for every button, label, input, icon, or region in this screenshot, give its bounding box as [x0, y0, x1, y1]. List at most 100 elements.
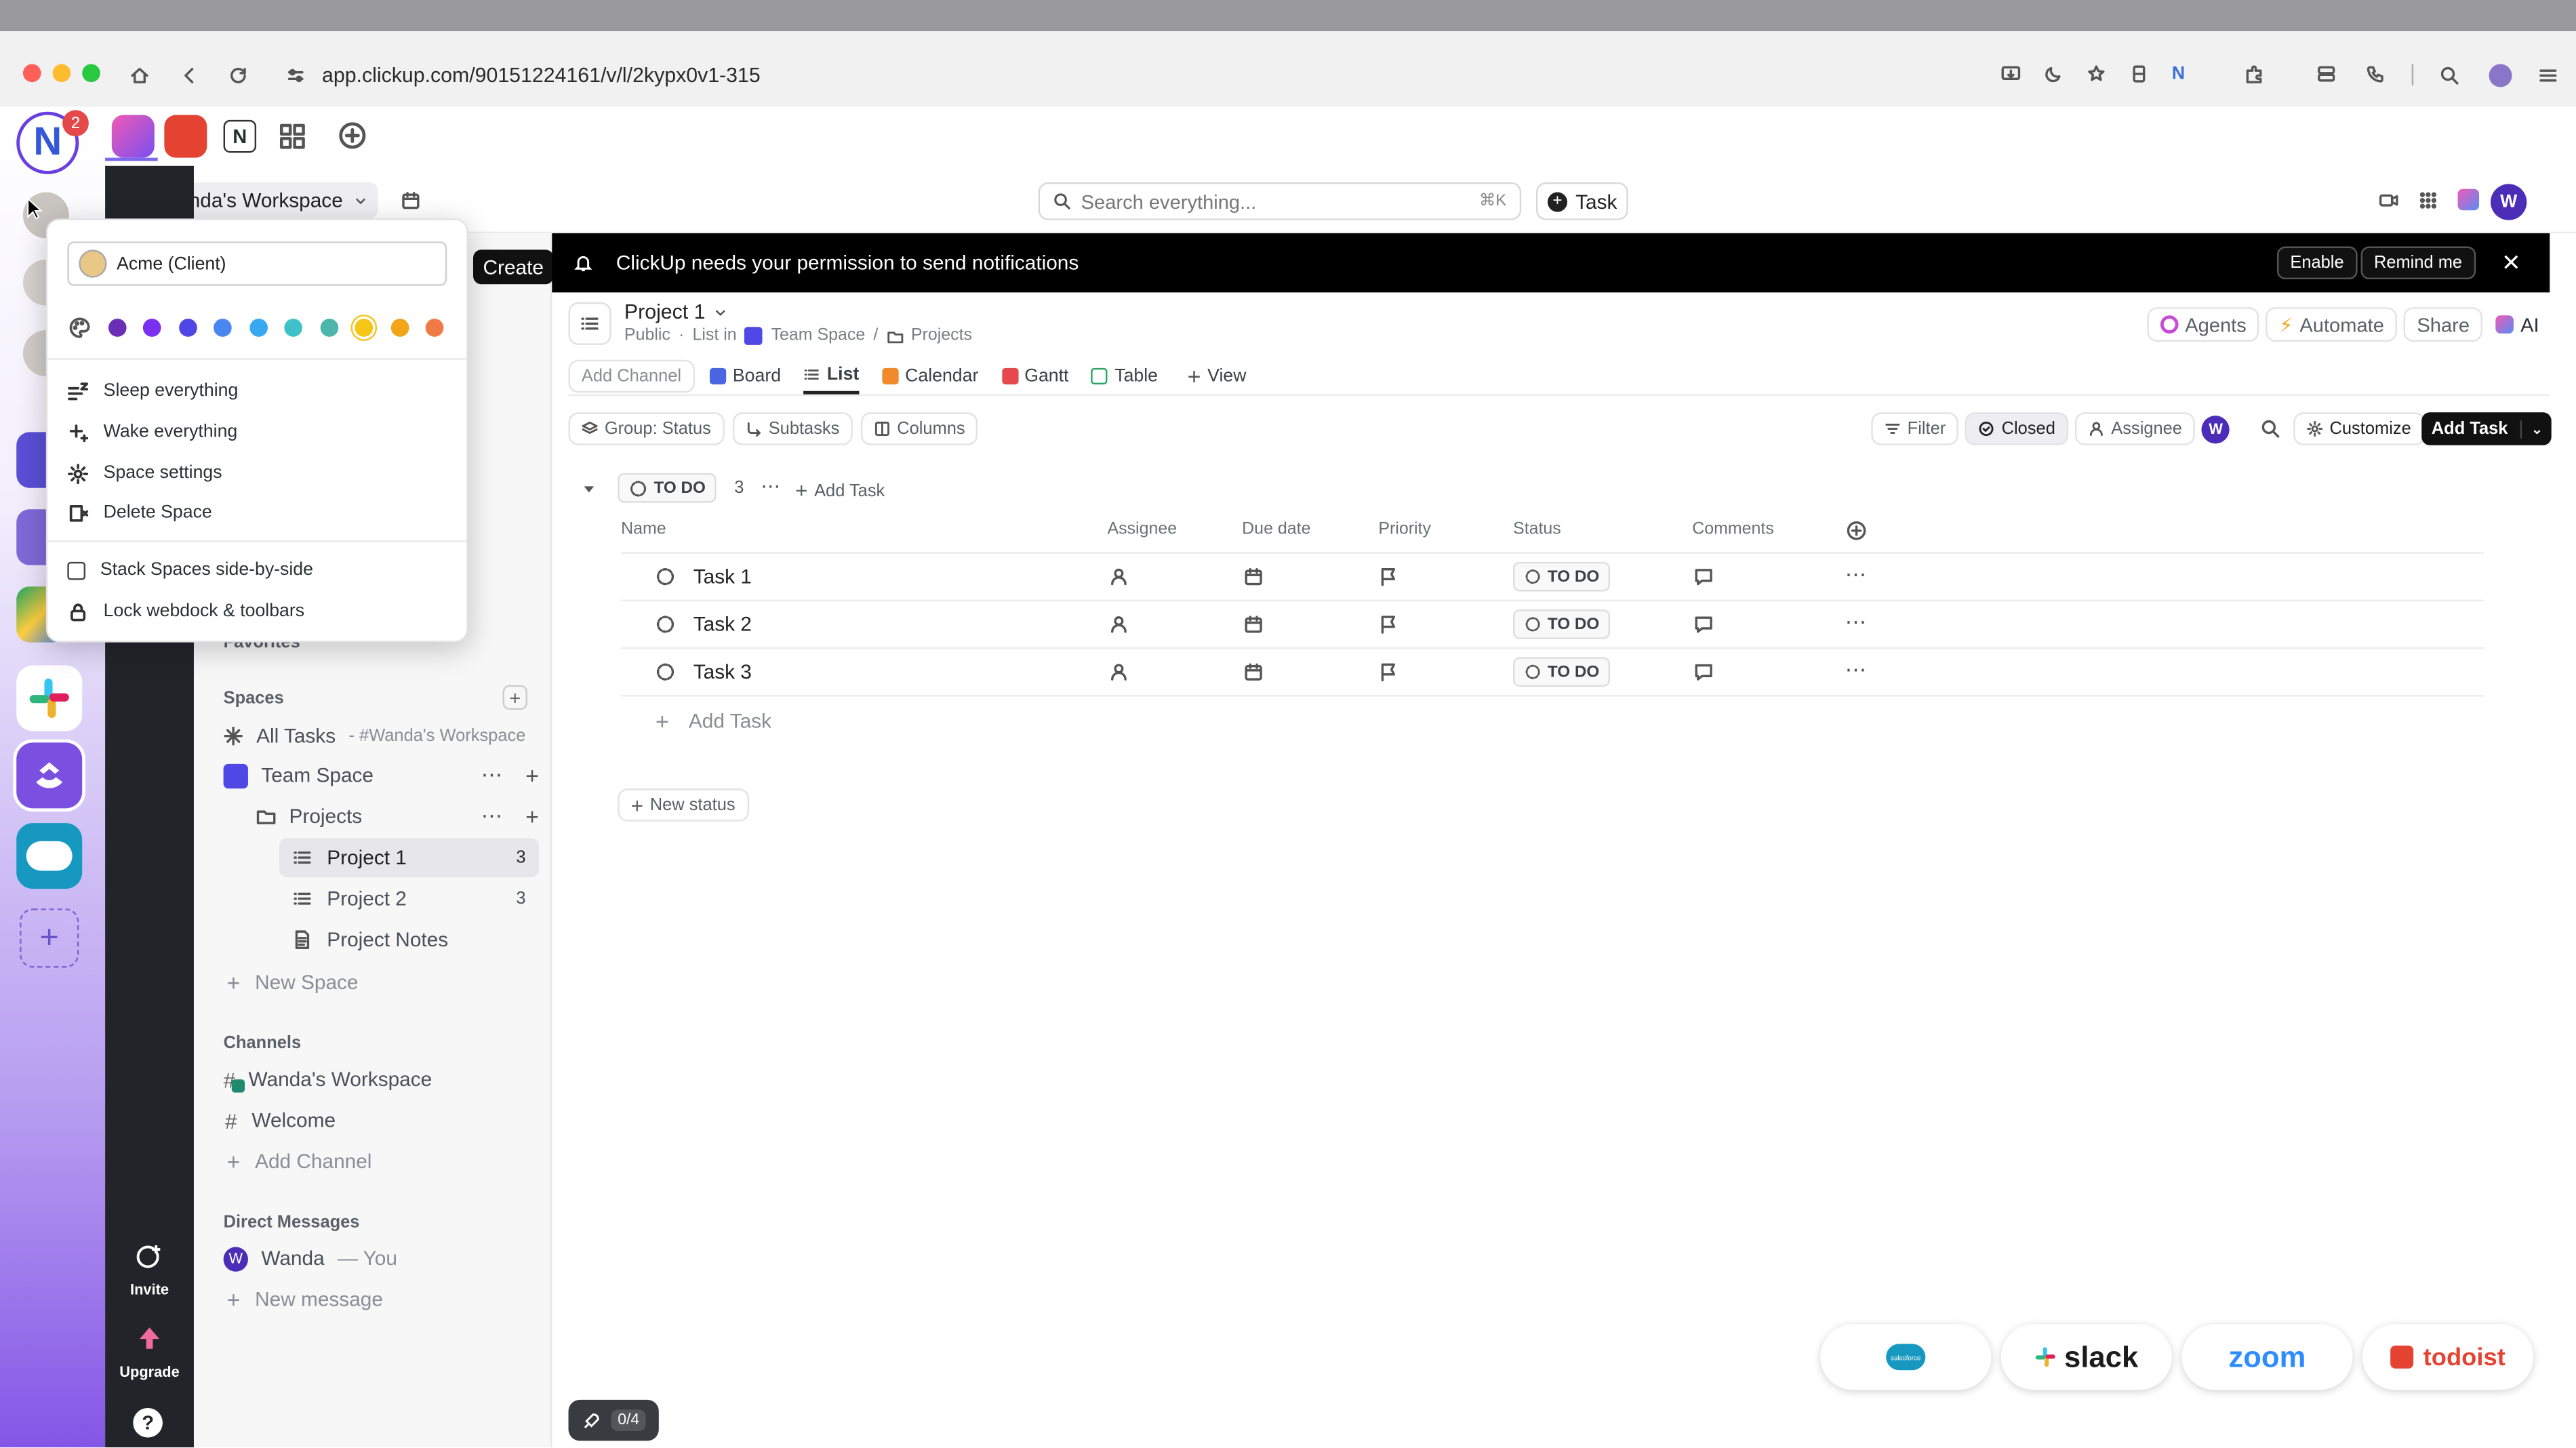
dark-mode-icon[interactable] — [2044, 64, 2064, 84]
comment-icon[interactable] — [1694, 662, 1714, 682]
clickup-tab-icon[interactable] — [111, 115, 155, 158]
col-name[interactable]: Name — [621, 521, 666, 539]
subtasks-button[interactable]: Subtasks — [732, 412, 853, 445]
close-window-button[interactable] — [22, 64, 41, 83]
user-avatar[interactable]: W — [2491, 184, 2527, 220]
customize-button[interactable]: Customize — [2293, 412, 2425, 445]
priority-flag-icon[interactable] — [1378, 614, 1398, 634]
new-status-button[interactable]: + New status — [618, 788, 748, 822]
ai-button[interactable]: AI — [2489, 307, 2545, 342]
due-date-icon[interactable] — [1244, 662, 1264, 682]
salesforce-integration-button[interactable]: salesforce — [1820, 1324, 1992, 1390]
add-channel-chip[interactable]: Add Channel — [568, 359, 695, 393]
comment-icon[interactable] — [1694, 614, 1714, 634]
zoom-integration-button[interactable]: zoom — [2181, 1324, 2353, 1390]
client-name-input[interactable]: Acme (Client) — [67, 241, 447, 286]
me-filter-avatar[interactable]: W — [2202, 414, 2230, 443]
add-channel-button[interactable]: + Add Channel — [210, 1142, 539, 1181]
col-priority[interactable]: Priority — [1378, 521, 1431, 539]
sidebar-item-channel-workspace[interactable]: # Wanda's Workspace — [210, 1060, 539, 1099]
search-icon[interactable] — [2440, 66, 2459, 85]
wake-everything-item[interactable]: Wake everything — [67, 414, 237, 450]
sidebar-item-projects-folder[interactable]: Projects ⋯ + — [210, 797, 539, 836]
todoist-tab-icon[interactable] — [164, 115, 207, 158]
color-swatch[interactable] — [284, 319, 302, 337]
space-settings-item[interactable]: Space settings — [67, 455, 222, 491]
profile-avatar[interactable] — [2489, 64, 2512, 87]
palette-icon[interactable] — [69, 317, 91, 339]
color-swatch[interactable] — [249, 319, 267, 337]
new-task-button[interactable]: + Task — [1535, 182, 1629, 220]
create-button[interactable]: Create — [472, 249, 554, 285]
crumb-space[interactable]: Team Space — [771, 327, 866, 345]
sidebar-item-project-2[interactable]: Project 2 3 — [279, 879, 539, 919]
slack-app-icon[interactable] — [16, 665, 83, 731]
extensions-icon[interactable] — [2245, 64, 2264, 84]
team-space-add-icon[interactable]: + — [525, 763, 539, 789]
url-text[interactable]: app.clickup.com/90151224161/v/l/2kypx0v1… — [322, 64, 761, 87]
sleep-everything-item[interactable]: Sleep everything — [67, 373, 238, 409]
status-badge[interactable]: TO DO — [1513, 657, 1611, 687]
due-date-icon[interactable] — [1244, 614, 1264, 634]
upgrade-button[interactable]: Upgrade — [105, 1324, 194, 1380]
close-icon[interactable] — [2502, 253, 2520, 271]
search-icon[interactable] — [2261, 419, 2280, 439]
color-swatch[interactable] — [390, 319, 409, 337]
color-swatch[interactable] — [142, 319, 161, 337]
col-comments[interactable]: Comments — [1692, 521, 1774, 539]
filter-button[interactable]: Filter — [1871, 412, 1959, 445]
row-more-icon[interactable]: ⋯ — [1845, 609, 1867, 636]
due-date-icon[interactable] — [1244, 567, 1264, 586]
install-app-icon[interactable] — [2001, 64, 2021, 84]
assignee-icon[interactable] — [1109, 567, 1129, 586]
group-status-badge[interactable]: TO DO — [618, 472, 717, 503]
tab-table[interactable]: Table — [1091, 358, 1158, 394]
task-name[interactable]: Task 3 — [693, 660, 752, 683]
tab-calendar[interactable]: Calendar — [882, 358, 978, 394]
collapse-group-icon[interactable] — [582, 481, 597, 496]
clickup-app-icon[interactable] — [16, 742, 83, 809]
color-swatch[interactable] — [214, 319, 232, 337]
add-view-button[interactable]: + View — [1188, 358, 1247, 394]
team-space-more-icon[interactable]: ⋯ — [481, 763, 503, 789]
delete-space-item[interactable]: Delete Space — [67, 494, 212, 530]
apps-icon[interactable] — [2418, 190, 2438, 209]
add-app-button[interactable]: + — [20, 908, 79, 968]
bookmark-star-icon[interactable] — [2087, 64, 2106, 84]
back-icon[interactable] — [179, 66, 199, 85]
global-search[interactable]: Search everything... ⌘K — [1038, 182, 1522, 220]
status-badge[interactable]: TO DO — [1513, 609, 1611, 639]
comment-icon[interactable] — [1694, 567, 1714, 586]
add-task-dropdown-icon[interactable]: ⌄ — [2520, 420, 2552, 438]
row-more-icon[interactable]: ⋯ — [1845, 562, 1867, 588]
share-button[interactable]: Share — [2403, 307, 2483, 342]
new-message-button[interactable]: + New message — [210, 1280, 539, 1319]
assignee-icon[interactable] — [1109, 662, 1129, 682]
col-due-date[interactable]: Due date — [1242, 521, 1310, 539]
agents-button[interactable]: Agents — [2147, 307, 2260, 342]
sidebar-item-channel-welcome[interactable]: # Welcome — [210, 1101, 539, 1140]
ai-brain-icon[interactable] — [2457, 188, 2480, 211]
site-settings-icon[interactable] — [286, 66, 306, 85]
table-row[interactable]: Task 2 TO DO ⋯ — [621, 601, 2484, 649]
assignee-icon[interactable] — [1109, 614, 1129, 634]
home-icon[interactable] — [129, 66, 149, 85]
inline-add-task-button[interactable]: + Add Task — [656, 708, 771, 735]
priority-flag-icon[interactable] — [1378, 567, 1398, 586]
columns-button[interactable]: Columns — [860, 412, 979, 445]
storage-icon[interactable] — [2316, 64, 2336, 84]
projects-more-icon[interactable]: ⋯ — [481, 803, 503, 830]
group-add-task-button[interactable]: + Add Task — [795, 478, 885, 502]
sidebar-item-team-space[interactable]: Team Space ⋯ + — [210, 756, 539, 795]
dm-item-wanda[interactable]: W Wanda — You — [210, 1239, 539, 1278]
col-assignee[interactable]: Assignee — [1107, 521, 1177, 539]
maximize-window-button[interactable] — [82, 64, 100, 83]
color-swatch[interactable] — [178, 319, 197, 337]
color-swatch[interactable] — [355, 319, 374, 337]
row-more-icon[interactable]: ⋯ — [1845, 657, 1867, 683]
tab-board[interactable]: Board — [709, 358, 781, 394]
list-title[interactable]: Project 1 — [624, 301, 729, 323]
notion-tab-icon[interactable]: N — [223, 119, 257, 153]
invite-button[interactable]: Invite — [105, 1242, 194, 1298]
status-todo-icon[interactable] — [656, 614, 675, 634]
